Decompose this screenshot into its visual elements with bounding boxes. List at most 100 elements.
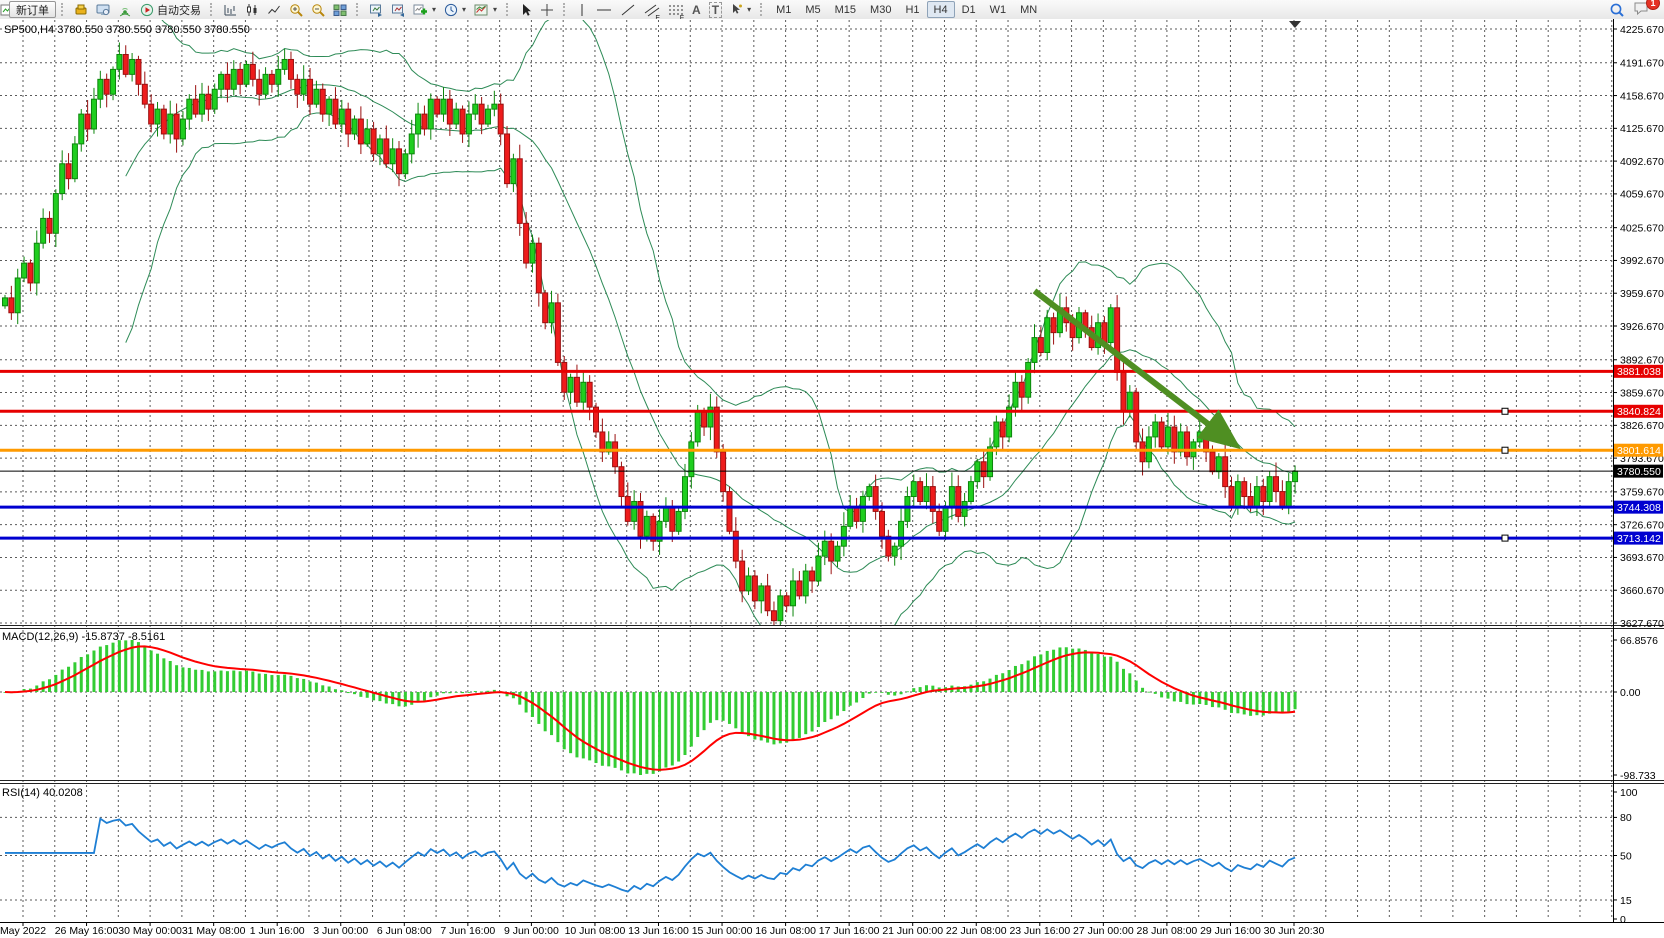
zoom-out-icon — [311, 3, 325, 17]
svg-text:4059.670: 4059.670 — [1620, 189, 1664, 201]
indicators-button[interactable]: ▾ — [409, 1, 440, 18]
candlestick-button[interactable] — [241, 1, 263, 18]
rsi-label: RSI(14) 40.0208 — [2, 787, 83, 799]
svg-text:3 Jun 00:00: 3 Jun 00:00 — [313, 925, 368, 937]
toolbar-grip — [210, 3, 215, 16]
chart-title: SP500,H4 3780.550 3780.550 3780.550 3780… — [4, 24, 250, 36]
svg-text:3826.670: 3826.670 — [1620, 420, 1664, 432]
timeframe-m15[interactable]: M15 — [828, 1, 863, 18]
svg-text:-98.733: -98.733 — [1620, 770, 1656, 782]
toolbar-grip — [506, 3, 511, 16]
svg-text:22 Jun 08:00: 22 Jun 08:00 — [946, 925, 1007, 937]
svg-text:3744.308: 3744.308 — [1617, 502, 1661, 514]
chart-step-back-icon — [369, 3, 383, 17]
arrows-caret-icon: ▾ — [747, 5, 751, 14]
autotrading-button[interactable]: 自动交易 — [136, 1, 205, 18]
svg-text:3759.670: 3759.670 — [1620, 487, 1664, 499]
zoom-out-button[interactable] — [307, 1, 329, 18]
new-order-button[interactable]: 新订单 — [9, 1, 56, 18]
timeframe-m30[interactable]: M30 — [863, 1, 898, 18]
search-icon — [1609, 2, 1625, 18]
terminal-window: { "toolbar": { "new_order_label": "新订单",… — [0, 0, 1664, 938]
price-chart[interactable]: 4225.6704191.6704158.6704125.6704092.670… — [0, 19, 1664, 938]
fibonacci-button[interactable]: F — [664, 1, 688, 18]
price-level-badge[interactable]: 3713.142 — [1614, 532, 1663, 545]
timeframe-h1[interactable]: H1 — [898, 1, 926, 18]
svg-text:15 Jun 00:00: 15 Jun 00:00 — [692, 925, 753, 937]
search-button[interactable] — [1605, 1, 1629, 18]
vertical-line-icon — [576, 3, 588, 17]
svg-text:80: 80 — [1620, 812, 1632, 824]
line-chart-button[interactable] — [263, 1, 285, 18]
svg-text:6 Jun 08:00: 6 Jun 08:00 — [377, 925, 432, 937]
autotrading-icon — [140, 3, 154, 17]
chart-step-forward-icon — [391, 3, 405, 17]
cursor-icon — [519, 3, 532, 17]
svg-text:3926.670: 3926.670 — [1620, 321, 1664, 333]
svg-text:16 Jun 08:00: 16 Jun 08:00 — [755, 925, 816, 937]
fibonacci-icon: F — [668, 3, 684, 17]
svg-text:7 Jun 16:00: 7 Jun 16:00 — [440, 925, 495, 937]
svg-text:9 Jun 00:00: 9 Jun 00:00 — [504, 925, 559, 937]
timeframe-m1[interactable]: M1 — [769, 1, 798, 18]
svg-text:3840.824: 3840.824 — [1617, 406, 1661, 418]
svg-text:4225.670: 4225.670 — [1620, 24, 1664, 36]
trendline-button[interactable] — [616, 1, 640, 18]
svg-text:0.00: 0.00 — [1620, 687, 1641, 699]
text-label-icon: T — [709, 2, 722, 18]
chart-mini-icon — [0, 3, 9, 17]
notification-badge[interactable]: 1 — [1646, 0, 1660, 10]
templates-button[interactable]: ▾ — [470, 1, 501, 18]
price-level-badge[interactable]: 3744.308 — [1614, 501, 1663, 514]
trendline-icon — [620, 3, 636, 17]
svg-text:27 Jun 00:00: 27 Jun 00:00 — [1073, 925, 1134, 937]
bar-chart-button[interactable] — [219, 1, 241, 18]
svg-text:50: 50 — [1620, 850, 1632, 862]
equidistant-channel-button[interactable]: E — [640, 1, 664, 18]
terminal-button[interactable] — [92, 1, 114, 18]
toolbar-grip — [760, 3, 765, 16]
signals-button[interactable] — [114, 1, 136, 18]
price-level-badge[interactable]: 3801.614 — [1614, 444, 1663, 457]
svg-text:66.8576: 66.8576 — [1620, 635, 1658, 647]
svg-text:31 May 08:00: 31 May 08:00 — [182, 925, 246, 937]
svg-text:23 Jun 16:00: 23 Jun 16:00 — [1009, 925, 1070, 937]
timeframe-group: M1M5M15M30H1H4D1W1MN — [769, 1, 1044, 18]
timeframe-mn[interactable]: MN — [1013, 1, 1044, 18]
templates-caret-icon: ▾ — [493, 5, 497, 14]
step-forward-chart-button[interactable] — [387, 1, 409, 18]
toolbar: 新订单 自动交易 — [0, 0, 1664, 20]
periods-button[interactable]: ▾ — [440, 1, 470, 18]
arrows-button[interactable]: ▾ — [726, 1, 755, 18]
svg-text:30 May 00:00: 30 May 00:00 — [118, 925, 182, 937]
svg-text:4092.670: 4092.670 — [1620, 156, 1664, 168]
svg-text:3859.670: 3859.670 — [1620, 387, 1664, 399]
zoom-in-button[interactable] — [285, 1, 307, 18]
cursor-button[interactable] — [515, 1, 536, 18]
horizontal-line-button[interactable] — [592, 1, 616, 18]
crosshair-button[interactable] — [536, 1, 558, 18]
toolbar-grip — [61, 3, 66, 16]
text-label-button[interactable]: T — [705, 1, 726, 18]
autotrading-label: 自动交易 — [157, 2, 201, 18]
price-level-badge[interactable]: 3780.550 — [1614, 465, 1663, 478]
crosshair-icon — [540, 3, 554, 17]
timeframe-h4[interactable]: H4 — [927, 1, 955, 18]
svg-text:10 Jun 08:00: 10 Jun 08:00 — [565, 925, 626, 937]
svg-text:3693.670: 3693.670 — [1620, 552, 1664, 564]
timeframe-w1[interactable]: W1 — [983, 1, 1014, 18]
timeframe-m5[interactable]: M5 — [798, 1, 827, 18]
editor-button[interactable] — [70, 1, 92, 18]
price-level-badge[interactable]: 3881.038 — [1614, 365, 1663, 378]
price-level-badge[interactable]: 3840.824 — [1614, 405, 1663, 418]
tile-windows-button[interactable] — [329, 1, 351, 18]
text-button[interactable]: A — [688, 1, 705, 18]
vertical-line-button[interactable] — [572, 1, 592, 18]
step-back-chart-button[interactable] — [365, 1, 387, 18]
timeframe-d1[interactable]: D1 — [955, 1, 983, 18]
horizontal-line-icon — [596, 3, 612, 17]
svg-text:3627.670: 3627.670 — [1620, 618, 1664, 630]
time-axis[interactable]: May 202226 May 16:0030 May 00:0031 May 0… — [0, 922, 1325, 937]
svg-text:May 2022: May 2022 — [0, 925, 46, 937]
svg-text:15: 15 — [1620, 895, 1632, 907]
